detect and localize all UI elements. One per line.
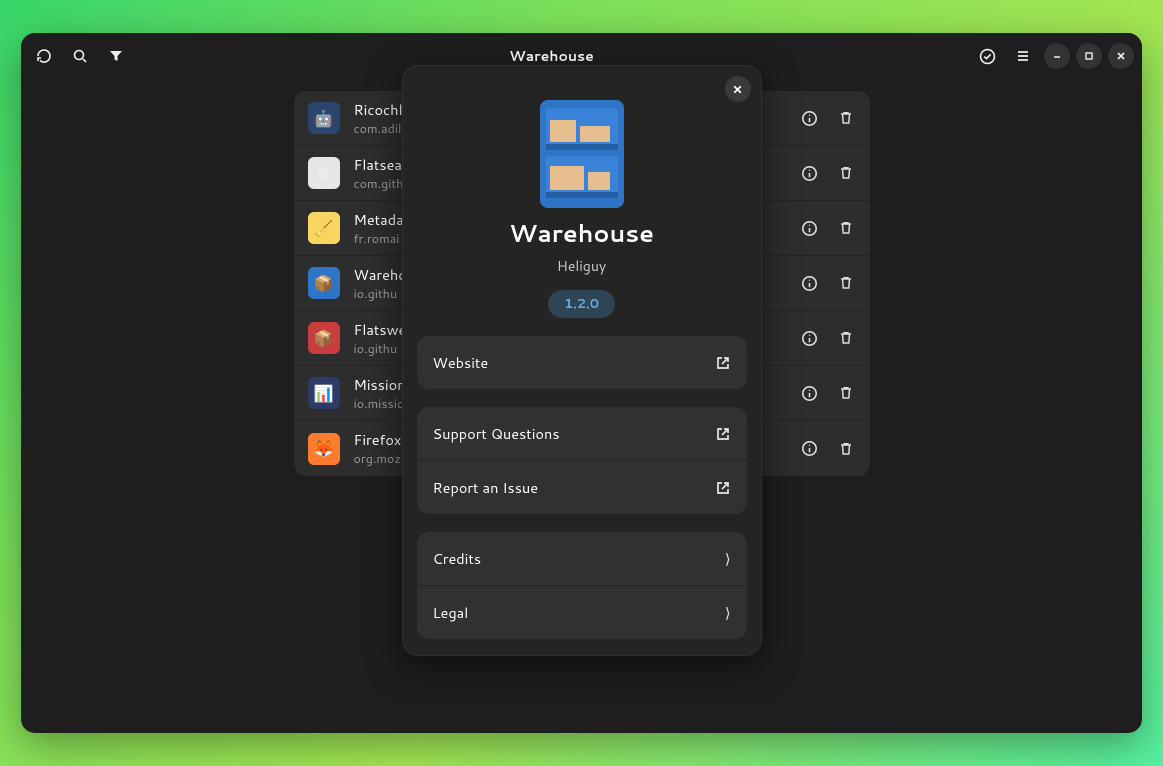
about-dialog: Warehouse Heliguy 1.2.0 Website Support … xyxy=(402,65,762,656)
trash-icon xyxy=(838,165,854,181)
app-id-label: com.adilh xyxy=(354,120,409,138)
about-item-label: Legal xyxy=(433,602,469,623)
app-icon: ⚙ xyxy=(308,157,340,189)
app-info-button[interactable] xyxy=(792,320,828,356)
app-text: Metada fr.romai xyxy=(354,209,404,248)
app-icon: 📦 xyxy=(308,267,340,299)
minimize-button[interactable] xyxy=(1044,43,1070,69)
about-item-label: Credits xyxy=(433,548,482,569)
app-icon: 🧹 xyxy=(308,212,340,244)
external-link-icon xyxy=(715,426,731,442)
external-link-icon xyxy=(715,480,731,496)
app-name-label: Ricochli xyxy=(354,99,409,120)
app-name-label: Flatswe xyxy=(354,319,407,340)
info-icon xyxy=(801,440,818,457)
app-id-label: fr.romai xyxy=(354,230,404,248)
about-links-group-1: Website xyxy=(417,336,747,389)
trash-icon xyxy=(838,220,854,236)
app-id-label: org.mozi xyxy=(354,450,405,468)
hamburger-icon xyxy=(1015,48,1031,64)
trash-icon xyxy=(838,330,854,346)
app-id-label: io.missio xyxy=(354,395,406,413)
about-close-button[interactable] xyxy=(725,76,751,102)
about-item-label: Support Questions xyxy=(433,423,560,444)
check-circle-icon xyxy=(979,48,996,65)
about-legal-link[interactable]: Legal ⟩ xyxy=(417,586,747,639)
about-website-link[interactable]: Website xyxy=(417,336,747,389)
funnel-icon xyxy=(108,48,124,64)
trash-icon xyxy=(838,110,854,126)
about-version-badge[interactable]: 1.2.0 xyxy=(548,290,615,318)
app-name-label: Firefox xyxy=(354,429,405,450)
about-credits-link[interactable]: Credits ⟩ xyxy=(417,532,747,586)
app-text: Mission io.missio xyxy=(354,374,406,413)
app-delete-button[interactable] xyxy=(828,100,864,136)
app-text: Wareho io.githu xyxy=(354,264,407,303)
about-links-group-3: Credits ⟩ Legal ⟩ xyxy=(417,532,747,639)
app-delete-button[interactable] xyxy=(828,431,864,467)
app-icon: 🤖 xyxy=(308,102,340,134)
filter-button[interactable] xyxy=(101,41,131,71)
about-issue-link[interactable]: Report an Issue xyxy=(417,461,747,514)
info-icon xyxy=(801,275,818,292)
info-icon xyxy=(801,165,818,182)
about-app-icon xyxy=(538,98,626,210)
app-info-button[interactable] xyxy=(792,375,828,411)
selection-mode-button[interactable] xyxy=(972,41,1002,71)
close-icon xyxy=(1116,51,1126,61)
search-button[interactable] xyxy=(65,41,95,71)
app-icon: 📊 xyxy=(308,377,340,409)
app-name-label: Mission xyxy=(354,374,406,395)
app-id-label: io.githu xyxy=(354,340,407,358)
maximize-icon xyxy=(1084,51,1094,61)
app-info-button[interactable] xyxy=(792,265,828,301)
window-title: Warehouse xyxy=(131,46,972,66)
close-icon xyxy=(732,84,743,95)
search-icon xyxy=(72,48,88,64)
app-text: Ricochli com.adilh xyxy=(354,99,409,138)
app-info-button[interactable] xyxy=(792,431,828,467)
app-icon: 📦 xyxy=(308,322,340,354)
app-text: Flatsea com.gith xyxy=(354,154,404,193)
about-item-label: Website xyxy=(433,352,489,373)
external-link-icon xyxy=(715,355,731,371)
app-name-label: Flatsea xyxy=(354,154,404,175)
trash-icon xyxy=(838,441,854,457)
about-item-label: Report an Issue xyxy=(433,477,539,498)
minimize-icon xyxy=(1052,51,1062,61)
app-name-label: Wareho xyxy=(354,264,407,285)
app-id-label: io.githu xyxy=(354,285,407,303)
refresh-button[interactable] xyxy=(29,41,59,71)
app-delete-button[interactable] xyxy=(828,320,864,356)
trash-icon xyxy=(838,385,854,401)
about-support-link[interactable]: Support Questions xyxy=(417,407,747,461)
main-menu-button[interactable] xyxy=(1008,41,1038,71)
app-info-button[interactable] xyxy=(792,210,828,246)
maximize-button[interactable] xyxy=(1076,43,1102,69)
app-id-label: com.gith xyxy=(354,175,404,193)
chevron-right-icon: ⟩ xyxy=(725,602,731,623)
info-icon xyxy=(801,110,818,127)
refresh-icon xyxy=(36,48,52,64)
app-info-button[interactable] xyxy=(792,155,828,191)
about-links-group-2: Support Questions Report an Issue xyxy=(417,407,747,514)
app-text: Firefox org.mozi xyxy=(354,429,405,468)
app-delete-button[interactable] xyxy=(828,265,864,301)
app-text: Flatswe io.githu xyxy=(354,319,407,358)
about-author: Heliguy xyxy=(403,256,761,276)
close-window-button[interactable] xyxy=(1108,43,1134,69)
trash-icon xyxy=(838,275,854,291)
app-delete-button[interactable] xyxy=(828,155,864,191)
app-info-button[interactable] xyxy=(792,100,828,136)
chevron-right-icon: ⟩ xyxy=(725,548,731,569)
app-delete-button[interactable] xyxy=(828,375,864,411)
app-delete-button[interactable] xyxy=(828,210,864,246)
info-icon xyxy=(801,330,818,347)
app-icon: 🦊 xyxy=(308,433,340,465)
app-window: Warehouse 🤖 Ricochli com.adilh xyxy=(21,33,1142,733)
about-app-name: Warehouse xyxy=(403,216,761,250)
app-name-label: Metada xyxy=(354,209,404,230)
info-icon xyxy=(801,220,818,237)
info-icon xyxy=(801,385,818,402)
